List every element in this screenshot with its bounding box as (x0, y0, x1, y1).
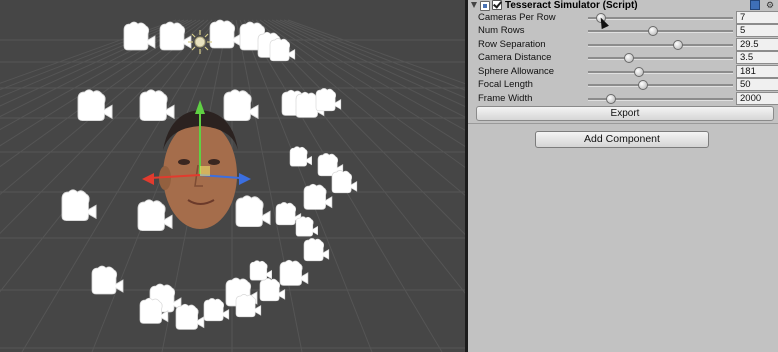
property-row: Camera Distance 3.5 (468, 51, 778, 64)
slider-track[interactable] (588, 71, 733, 74)
component-header[interactable]: Tesseract Simulator (Script) ⚙ (468, 0, 778, 11)
section-divider (468, 123, 778, 124)
slider-thumb[interactable] (606, 94, 617, 104)
property-label: Camera Distance (478, 52, 552, 63)
property-row: Sphere Allowance 181 (468, 65, 778, 78)
slider-thumb[interactable] (648, 26, 659, 36)
scene-view[interactable] (0, 0, 465, 352)
export-button[interactable]: Export (476, 106, 774, 121)
inspector-panel: Tesseract Simulator (Script) ⚙ Cameras P… (468, 0, 778, 352)
script-icon (480, 1, 490, 11)
slider-thumb[interactable] (672, 40, 683, 50)
property-row: Frame Width 2000 (468, 92, 778, 105)
property-label: Cameras Per Row (478, 12, 556, 23)
property-row: Focal Length 50 (468, 78, 778, 91)
help-book-icon[interactable] (750, 0, 760, 10)
slider-track[interactable] (588, 84, 733, 87)
foldout-arrow-icon[interactable] (471, 2, 477, 8)
property-label: Row Separation (478, 39, 546, 50)
slider-track[interactable] (588, 17, 733, 20)
gear-icon[interactable]: ⚙ (765, 0, 775, 10)
scene-canvas[interactable] (0, 0, 465, 352)
property-row: Cameras Per Row 7 (468, 11, 778, 24)
component-title: Tesseract Simulator (Script) (505, 0, 638, 11)
component-enabled-checkbox[interactable] (492, 0, 502, 10)
property-value-field[interactable]: 29.5 (736, 38, 778, 51)
slider-thumb[interactable] (633, 67, 644, 77)
slider-thumb[interactable] (638, 80, 649, 90)
property-row: Num Rows 5 (468, 24, 778, 37)
property-value-field[interactable]: 181 (736, 65, 778, 78)
property-label: Num Rows (478, 25, 525, 36)
property-label: Focal Length (478, 79, 533, 90)
add-component-button[interactable]: Add Component (535, 131, 709, 148)
property-value-field[interactable]: 5 (736, 24, 778, 37)
slider-track[interactable] (588, 57, 733, 60)
property-value-field[interactable]: 2000 (736, 92, 778, 105)
property-value-field[interactable]: 3.5 (736, 51, 778, 64)
property-row: Row Separation 29.5 (468, 38, 778, 51)
property-value-field[interactable]: 7 (736, 11, 778, 24)
property-label: Sphere Allowance (478, 66, 555, 77)
slider-track[interactable] (588, 30, 733, 33)
slider-track[interactable] (588, 44, 733, 47)
property-label: Frame Width (478, 93, 533, 104)
slider-thumb[interactable] (623, 53, 634, 63)
property-value-field[interactable]: 50 (736, 78, 778, 91)
